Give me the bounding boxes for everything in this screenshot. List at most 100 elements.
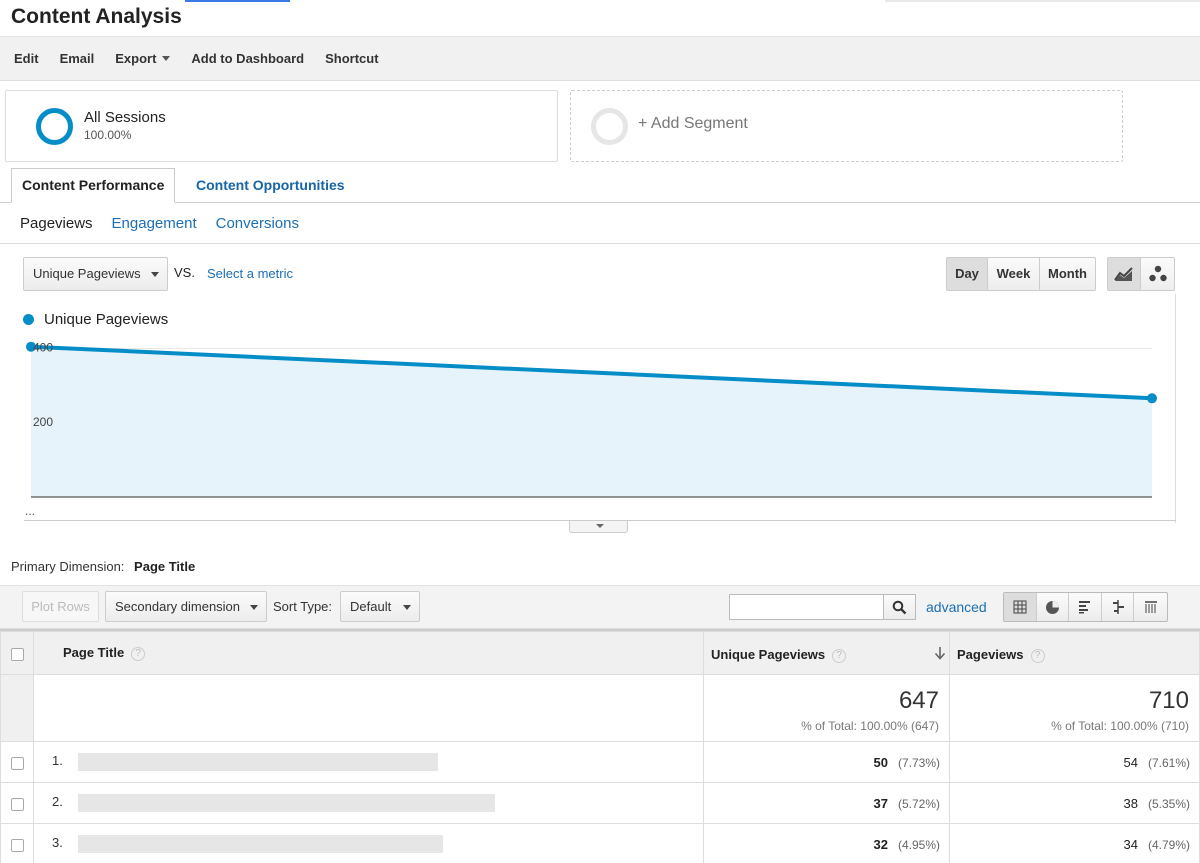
total-percent: % of Total: 100.00% (647) bbox=[801, 719, 939, 733]
column-header-pageviews[interactable]: Pageviews? bbox=[949, 631, 1200, 675]
redacted-page-title[interactable] bbox=[78, 835, 443, 853]
row-index: 2. bbox=[52, 794, 63, 810]
data-point[interactable] bbox=[1147, 393, 1157, 404]
chart-border bbox=[1175, 294, 1176, 523]
y-tick-label: 400 bbox=[33, 341, 53, 355]
total-percent: % of Total: 100.00% (710) bbox=[1051, 719, 1189, 733]
bar-chart-icon bbox=[1079, 601, 1091, 614]
row-index: 3. bbox=[52, 835, 63, 851]
row-checkbox[interactable] bbox=[10, 756, 24, 770]
line-chart-icon bbox=[1114, 267, 1133, 281]
subtab-pageviews[interactable]: Pageviews bbox=[20, 215, 93, 232]
row-checkbox[interactable] bbox=[10, 838, 24, 852]
period-toggle: Day Week Month bbox=[946, 257, 1096, 291]
chevron-down-icon bbox=[151, 272, 159, 277]
row-checkbox[interactable] bbox=[10, 797, 24, 811]
chart-legend: Unique Pageviews bbox=[23, 311, 168, 328]
column-header-page-title[interactable]: Page Title? bbox=[33, 631, 704, 675]
chevron-down-icon bbox=[250, 605, 258, 610]
plot-rows-button[interactable]: Plot Rows bbox=[22, 591, 99, 622]
header-accent-bar bbox=[185, 0, 290, 2]
search-button[interactable] bbox=[883, 594, 916, 620]
segment-percent: 100.00% bbox=[84, 128, 132, 142]
pageviews-percent: (7.61%) bbox=[1147, 755, 1190, 770]
motion-chart-button[interactable] bbox=[1141, 258, 1174, 290]
help-icon[interactable]: ? bbox=[1030, 648, 1045, 663]
sort-descending-icon bbox=[934, 647, 946, 660]
pageviews-value: 38 bbox=[1123, 795, 1138, 811]
legend-label: Unique Pageviews bbox=[44, 311, 169, 328]
unique-pageviews-percent: (4.95%) bbox=[897, 837, 940, 852]
segment-all-sessions[interactable]: All Sessions 100.00% bbox=[5, 90, 558, 162]
report-toolbar: Edit Email Export Add to Dashboard Short… bbox=[0, 37, 1200, 81]
row-index: 1. bbox=[52, 753, 63, 769]
period-month-button[interactable]: Month bbox=[1040, 258, 1095, 290]
primary-dimension-value[interactable]: Page Title bbox=[134, 559, 195, 574]
series-area bbox=[31, 346, 1152, 497]
column-header-unique-pageviews[interactable]: Unique Pageviews? bbox=[703, 631, 950, 675]
metric-select[interactable]: Unique Pageviews bbox=[23, 257, 168, 291]
comparison-view-button[interactable] bbox=[1102, 593, 1135, 621]
subtab-engagement[interactable]: Engagement bbox=[112, 215, 197, 232]
x-axis-label: ... bbox=[25, 504, 35, 518]
pageviews-percent: (5.35%) bbox=[1147, 796, 1190, 811]
table-view-button[interactable] bbox=[1004, 593, 1037, 621]
unique-pageviews-percent: (5.72%) bbox=[897, 796, 940, 811]
segment-name: All Sessions bbox=[84, 109, 166, 126]
total-value: 647 bbox=[898, 687, 939, 714]
metric-select-value: Unique Pageviews bbox=[33, 266, 141, 281]
table-row: 3. 32 (4.95%) 34 (4.79%) bbox=[0, 823, 1200, 863]
pivot-view-button[interactable] bbox=[1134, 593, 1167, 621]
column-title: Page Title bbox=[63, 645, 125, 661]
table-row: 2. 37 (5.72%) 38 (5.35%) bbox=[0, 782, 1200, 824]
column-title: Pageviews bbox=[957, 647, 1024, 663]
select-all-checkbox[interactable] bbox=[10, 647, 24, 661]
comparison-icon bbox=[1112, 600, 1124, 614]
motion-chart-icon bbox=[1148, 265, 1167, 282]
table-search-input[interactable] bbox=[729, 594, 884, 620]
secondary-dimension-select[interactable]: Secondary dimension bbox=[105, 591, 267, 622]
performance-view-button[interactable] bbox=[1069, 593, 1102, 621]
redacted-page-title[interactable] bbox=[78, 753, 438, 771]
period-week-button[interactable]: Week bbox=[988, 258, 1040, 290]
add-to-dashboard-button[interactable]: Add to Dashboard bbox=[191, 51, 304, 66]
legend-swatch bbox=[23, 314, 34, 325]
unique-pageviews-percent: (7.73%) bbox=[897, 755, 940, 770]
totals-row: 647 % of Total: 100.00% (647) 710 % of T… bbox=[0, 674, 1200, 742]
redacted-page-title[interactable] bbox=[78, 794, 495, 812]
page-header: Content Analysis bbox=[0, 0, 1200, 37]
email-button[interactable]: Email bbox=[60, 51, 95, 66]
total-value: 710 bbox=[1148, 687, 1189, 714]
export-label: Export bbox=[115, 51, 157, 66]
edit-button[interactable]: Edit bbox=[14, 51, 39, 66]
pie-view-button[interactable] bbox=[1037, 593, 1070, 621]
column-title: Unique Pageviews bbox=[711, 647, 826, 663]
page-title: Content Analysis bbox=[11, 5, 182, 28]
search-icon bbox=[892, 600, 907, 614]
empty-segment-ring-icon bbox=[591, 108, 628, 145]
grid-icon bbox=[1013, 600, 1027, 614]
pivot-table-icon bbox=[1144, 601, 1157, 613]
pie-chart-icon bbox=[1045, 600, 1059, 614]
tab-content-opportunities[interactable]: Content Opportunities bbox=[196, 168, 345, 203]
add-segment-button[interactable]: + Add Segment bbox=[570, 90, 1123, 162]
chart-type-toggle bbox=[1107, 257, 1175, 291]
y-tick-label: 200 bbox=[33, 415, 53, 429]
report-tabs: Content Performance Content Opportunitie… bbox=[0, 168, 1200, 203]
data-table: Page Title? Unique Pageviews? Pageviews?… bbox=[0, 629, 1200, 863]
shortcut-button[interactable]: Shortcut bbox=[325, 51, 378, 66]
tab-content-performance[interactable]: Content Performance bbox=[11, 168, 176, 203]
export-button[interactable]: Export bbox=[115, 51, 171, 66]
advanced-filter-link[interactable]: advanced bbox=[926, 599, 987, 615]
pageviews-value: 34 bbox=[1123, 836, 1138, 852]
unique-pageviews-value: 37 bbox=[873, 795, 888, 811]
select-metric-link[interactable]: Select a metric bbox=[207, 266, 293, 281]
subtab-conversions[interactable]: Conversions bbox=[216, 215, 299, 232]
pageviews-percent: (4.79%) bbox=[1147, 837, 1190, 852]
help-icon[interactable]: ? bbox=[131, 646, 146, 661]
sort-type-select[interactable]: Default bbox=[340, 591, 420, 622]
help-icon[interactable]: ? bbox=[832, 648, 847, 663]
chart-collapse-handle[interactable] bbox=[569, 521, 628, 533]
period-day-button[interactable]: Day bbox=[947, 258, 988, 290]
line-chart-button[interactable] bbox=[1108, 258, 1142, 290]
